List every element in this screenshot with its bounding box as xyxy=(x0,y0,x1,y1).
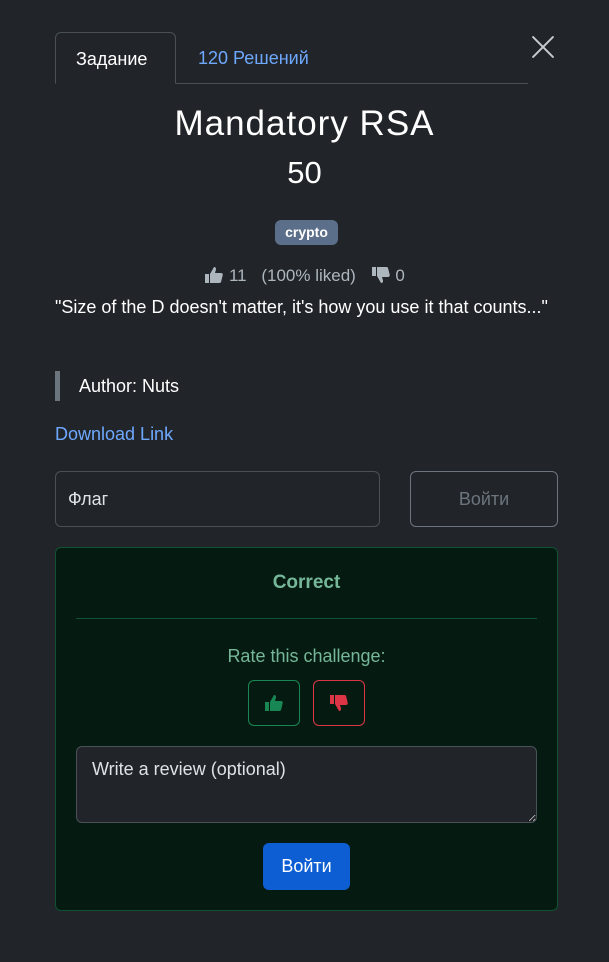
category-tag: crypto xyxy=(275,220,338,245)
result-divider xyxy=(76,618,537,619)
thumbs-down-icon xyxy=(330,695,348,711)
liked-percent: (100% liked) xyxy=(261,266,356,285)
submit-flag-button[interactable]: Войти xyxy=(410,471,558,527)
submit-review-button[interactable]: Войти xyxy=(263,843,350,890)
challenge-title: Mandatory RSA xyxy=(174,104,435,143)
tab-solutions[interactable]: 120 Решений xyxy=(178,32,329,83)
downvote-button[interactable] xyxy=(313,680,365,726)
author-blockquote: Author: Nuts xyxy=(55,371,179,401)
rating-summary: 11 (100% liked) 0 xyxy=(0,266,609,286)
challenge-description: "Size of the D doesn't matter, it's how … xyxy=(55,297,548,317)
likes-count: 11 xyxy=(228,266,247,285)
rate-label: Rate this challenge: xyxy=(227,646,386,666)
result-panel: Correct Rate this challenge: Войти xyxy=(55,547,558,911)
thumbs-up-icon xyxy=(205,267,223,283)
upvote-button[interactable] xyxy=(248,680,300,726)
thumbs-up-icon xyxy=(265,695,283,711)
tabs: Задание 120 Решений xyxy=(55,32,528,84)
challenge-points: 50 xyxy=(287,155,322,190)
dislikes-count: 0 xyxy=(395,266,405,285)
flag-input[interactable] xyxy=(55,471,380,527)
review-textarea[interactable] xyxy=(76,746,537,823)
result-status: Correct xyxy=(272,572,341,593)
tab-challenge[interactable]: Задание xyxy=(55,32,176,84)
download-link[interactable]: Download Link xyxy=(55,424,173,445)
thumbs-down-icon xyxy=(371,267,390,283)
close-button[interactable] xyxy=(530,34,556,60)
author-text: Author: Nuts xyxy=(79,376,180,396)
